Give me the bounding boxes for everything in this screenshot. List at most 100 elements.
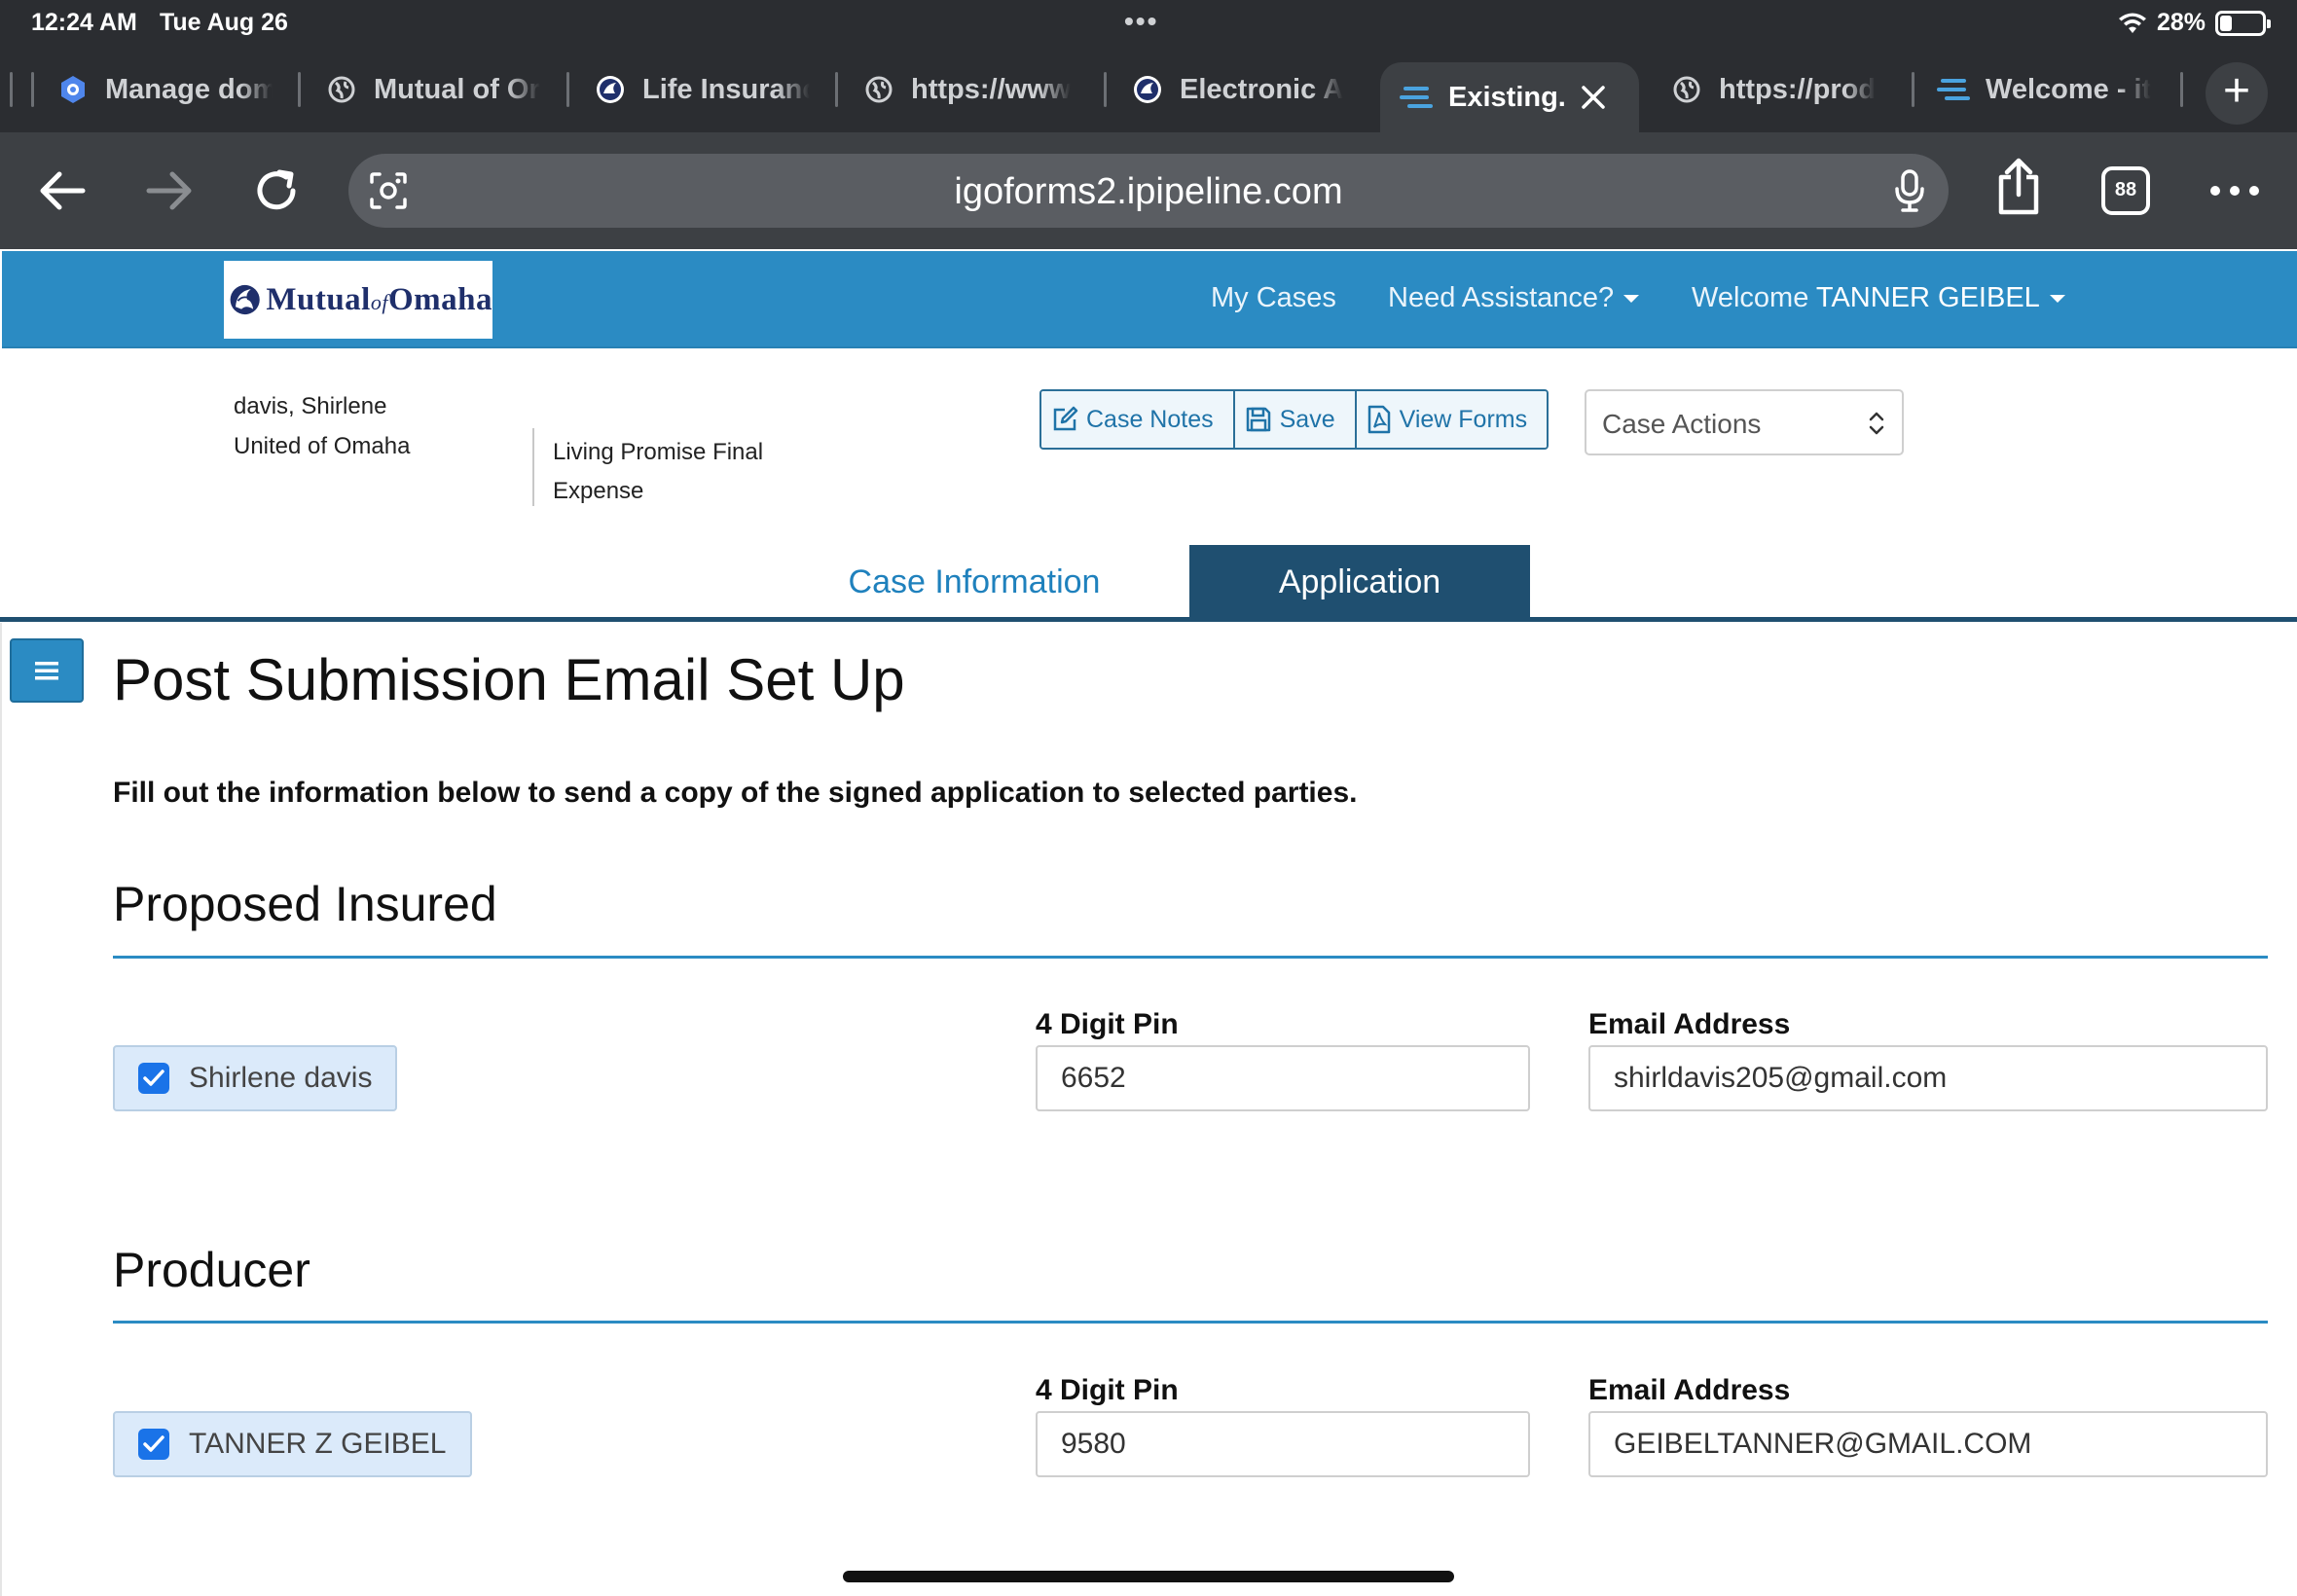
browser-tab[interactable]: Welcome - it [1937,58,2153,121]
status-bar: 12:24 AM Tue Aug 26 ••• 28% [0,0,2297,47]
tab-count-badge: 88 [2101,166,2150,215]
browser-tab[interactable]: Electronic A [1131,58,1347,121]
page-title: Post Submission Email Set Up [113,647,905,712]
view-forms-button[interactable]: View Forms [1356,391,1548,448]
proposed-insured-checkbox[interactable]: Shirlene davis [113,1045,398,1111]
email-label: Email Address [1588,1374,1791,1406]
case-actions-select[interactable]: Case Actions [1585,389,1904,455]
multitasking-dots-icon[interactable]: ••• [1124,6,1158,37]
globe-icon [1670,73,1703,106]
section-rule [113,956,2268,959]
more-menu-button[interactable] [2206,162,2264,220]
checkbox-label: Shirlene davis [189,1062,373,1094]
tab-switcher-button[interactable]: 88 [2096,162,2155,220]
tab-title: Mutual of Or [374,73,540,105]
producer-checkbox[interactable]: TANNER Z GEIBEL [113,1411,472,1477]
tab-title: Life Insuranc [642,73,810,105]
section-rule [113,1321,2268,1324]
case-notes-button[interactable]: Case Notes [1041,391,1235,448]
tab-title: https://www [911,73,1072,105]
caret-down-icon [2049,295,2065,304]
forward-button[interactable] [140,162,199,220]
browser-tab[interactable]: Life Insuranc [594,58,810,121]
save-button[interactable]: Save [1234,391,1357,448]
ipipeline-icon [1937,73,1970,106]
tab-case-information[interactable]: Case Information [798,545,1150,619]
select-arrows-icon [1869,412,1884,435]
reload-button[interactable] [247,162,306,220]
tab-underline [0,617,2297,622]
section-menu-button[interactable] [10,638,84,703]
tab-title: Electronic A [1180,73,1344,105]
pdf-file-icon [1367,405,1390,434]
tab-separator [2180,72,2183,107]
nav-my-cases[interactable]: My Cases [1211,282,1336,314]
page-intro: Fill out the information below to send a… [113,777,1358,809]
case-divider [532,428,534,506]
reload-icon [257,169,296,210]
save-floppy-icon [1246,407,1270,432]
google-cloud-icon [56,73,90,106]
insured-email-input[interactable]: shirldavis205@gmail.com [1588,1045,2268,1111]
mutual-of-omaha-logo[interactable]: MutualofOmaha [224,261,492,339]
hamburger-icon [35,662,58,680]
battery-icon [2215,10,2271,36]
battery-percent: 28% [2156,9,2206,36]
tab-separator [1912,72,1914,107]
url-text: igoforms2.ipipeline.com [954,171,1343,212]
logo-wordmark: MutualofOmaha [266,281,492,317]
browser-tab[interactable]: Mutual of Or [325,58,541,121]
tab-separator [566,72,569,107]
content-left-border [0,623,2,1596]
back-arrow-icon [40,171,86,210]
tab-separator [31,72,34,107]
status-date: Tue Aug 26 [160,9,288,36]
browser-tab[interactable]: Manage dom [56,58,273,121]
share-icon [1998,158,2039,215]
close-tab-icon[interactable] [1580,84,1607,111]
microphone-icon[interactable] [1894,168,1925,213]
browser-toolbar: igoforms2.ipipeline.com 88 [0,132,2297,249]
case-button-group: Case Notes Save View Forms [1039,389,1550,450]
browser-tab-active[interactable]: Existing. [1380,62,1639,132]
site-header: MutualofOmaha My Cases Need Assistance? … [2,251,2297,348]
browser-tab[interactable]: https://www [862,58,1078,121]
mutual-of-omaha-icon [594,73,627,106]
producer-email-input[interactable]: GEIBELTANNER@GMAIL.COM [1588,1411,2268,1477]
pin-label: 4 Digit Pin [1036,1008,1179,1040]
tab-application[interactable]: Application [1189,545,1530,619]
wifi-icon [2118,13,2146,33]
battery-level [2220,15,2232,31]
tab-separator [1104,72,1107,107]
section-heading-producer: Producer [113,1243,310,1297]
browser-tab[interactable]: https://prod [1670,58,1886,121]
status-time: 12:24 AM [31,9,137,36]
home-indicator[interactable] [843,1571,1454,1582]
address-bar[interactable]: igoforms2.ipipeline.com [348,154,1949,228]
ipipeline-icon [1400,81,1433,114]
back-button[interactable] [33,162,91,220]
new-tab-button[interactable]: + [2206,62,2268,125]
producer-pin-input[interactable]: 9580 [1036,1411,1530,1477]
case-product: Living Promise Final Expense [553,439,764,504]
indian-head-logo-icon [230,284,260,315]
tab-separator [298,72,301,107]
checkbox-label: TANNER Z GEIBEL [189,1428,447,1460]
insured-pin-input[interactable]: 6652 [1036,1045,1530,1111]
status-right: 28% [2118,9,2271,37]
case-company: United of Omaha [234,433,411,459]
section-heading-proposed-insured: Proposed Insured [113,877,497,931]
nav-welcome-user[interactable]: Welcome TANNER GEIBEL [1692,282,2065,314]
caret-down-icon [1623,295,1640,304]
checkbox-checked-icon [138,1063,169,1094]
nav-need-assistance[interactable]: Need Assistance? [1388,282,1640,314]
share-button[interactable] [1989,158,2048,216]
edit-icon [1053,406,1078,431]
tab-separator [10,72,13,107]
globe-icon [325,73,358,106]
browser-tab-strip: Manage dom Mutual of Or Life Insuranc ht… [0,47,2297,132]
tab-title: https://prod [1719,73,1877,105]
case-client-name: davis, Shirlene [234,393,387,419]
forward-arrow-icon [146,171,192,210]
tab-title: Manage dom [105,73,273,105]
